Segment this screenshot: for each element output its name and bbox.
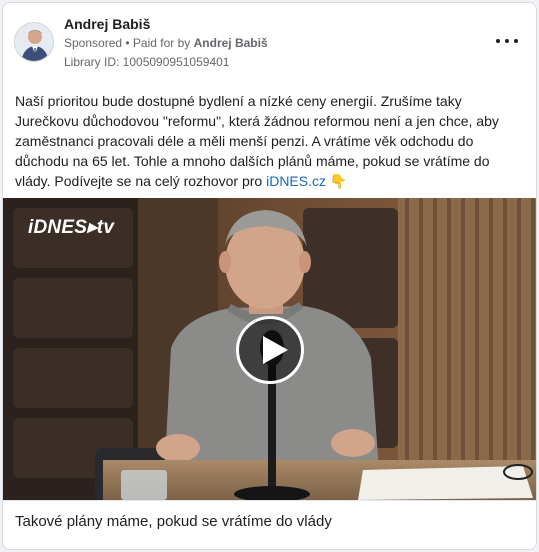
idnes-link[interactable]: iDNES.cz xyxy=(266,173,326,189)
pointing-down-emoji: 👇 xyxy=(326,173,348,189)
play-triangle xyxy=(263,336,288,364)
meta-separator: • xyxy=(122,36,133,50)
ad-body-copy: Naší prioritou bude dostupné bydlení a n… xyxy=(15,93,499,189)
page-name[interactable]: Andrej Babiš xyxy=(64,16,150,32)
play-icon[interactable] xyxy=(236,316,304,384)
ad-header: Andrej Babiš Sponsored • Paid for by And… xyxy=(3,3,536,83)
idnes-tv-logo: iDNES▸tv xyxy=(28,217,115,238)
video-caption-bar[interactable]: Takové plány máme, pokud se vrátíme do v… xyxy=(3,500,536,549)
paid-for-prefix: Paid for by xyxy=(132,36,194,50)
avatar[interactable] xyxy=(14,22,54,62)
ad-card: Andrej Babiš Sponsored • Paid for by And… xyxy=(2,2,537,550)
sponsored-meta: Sponsored • Paid for by Andrej Babiš xyxy=(64,36,268,50)
library-id: Library ID: 1005090951059401 xyxy=(64,55,230,69)
more-horizontal-icon[interactable] xyxy=(496,33,518,49)
paid-for-name: Andrej Babiš xyxy=(193,36,268,50)
sponsored-label: Sponsored xyxy=(64,36,123,50)
ad-body-text: Naší prioritou bude dostupné bydlení a n… xyxy=(15,91,527,191)
avatar-image xyxy=(15,23,53,61)
video-caption[interactable]: Takové plány máme, pokud se vrátíme do v… xyxy=(15,513,332,530)
video-player[interactable]: iDNES▸tv xyxy=(3,198,536,500)
